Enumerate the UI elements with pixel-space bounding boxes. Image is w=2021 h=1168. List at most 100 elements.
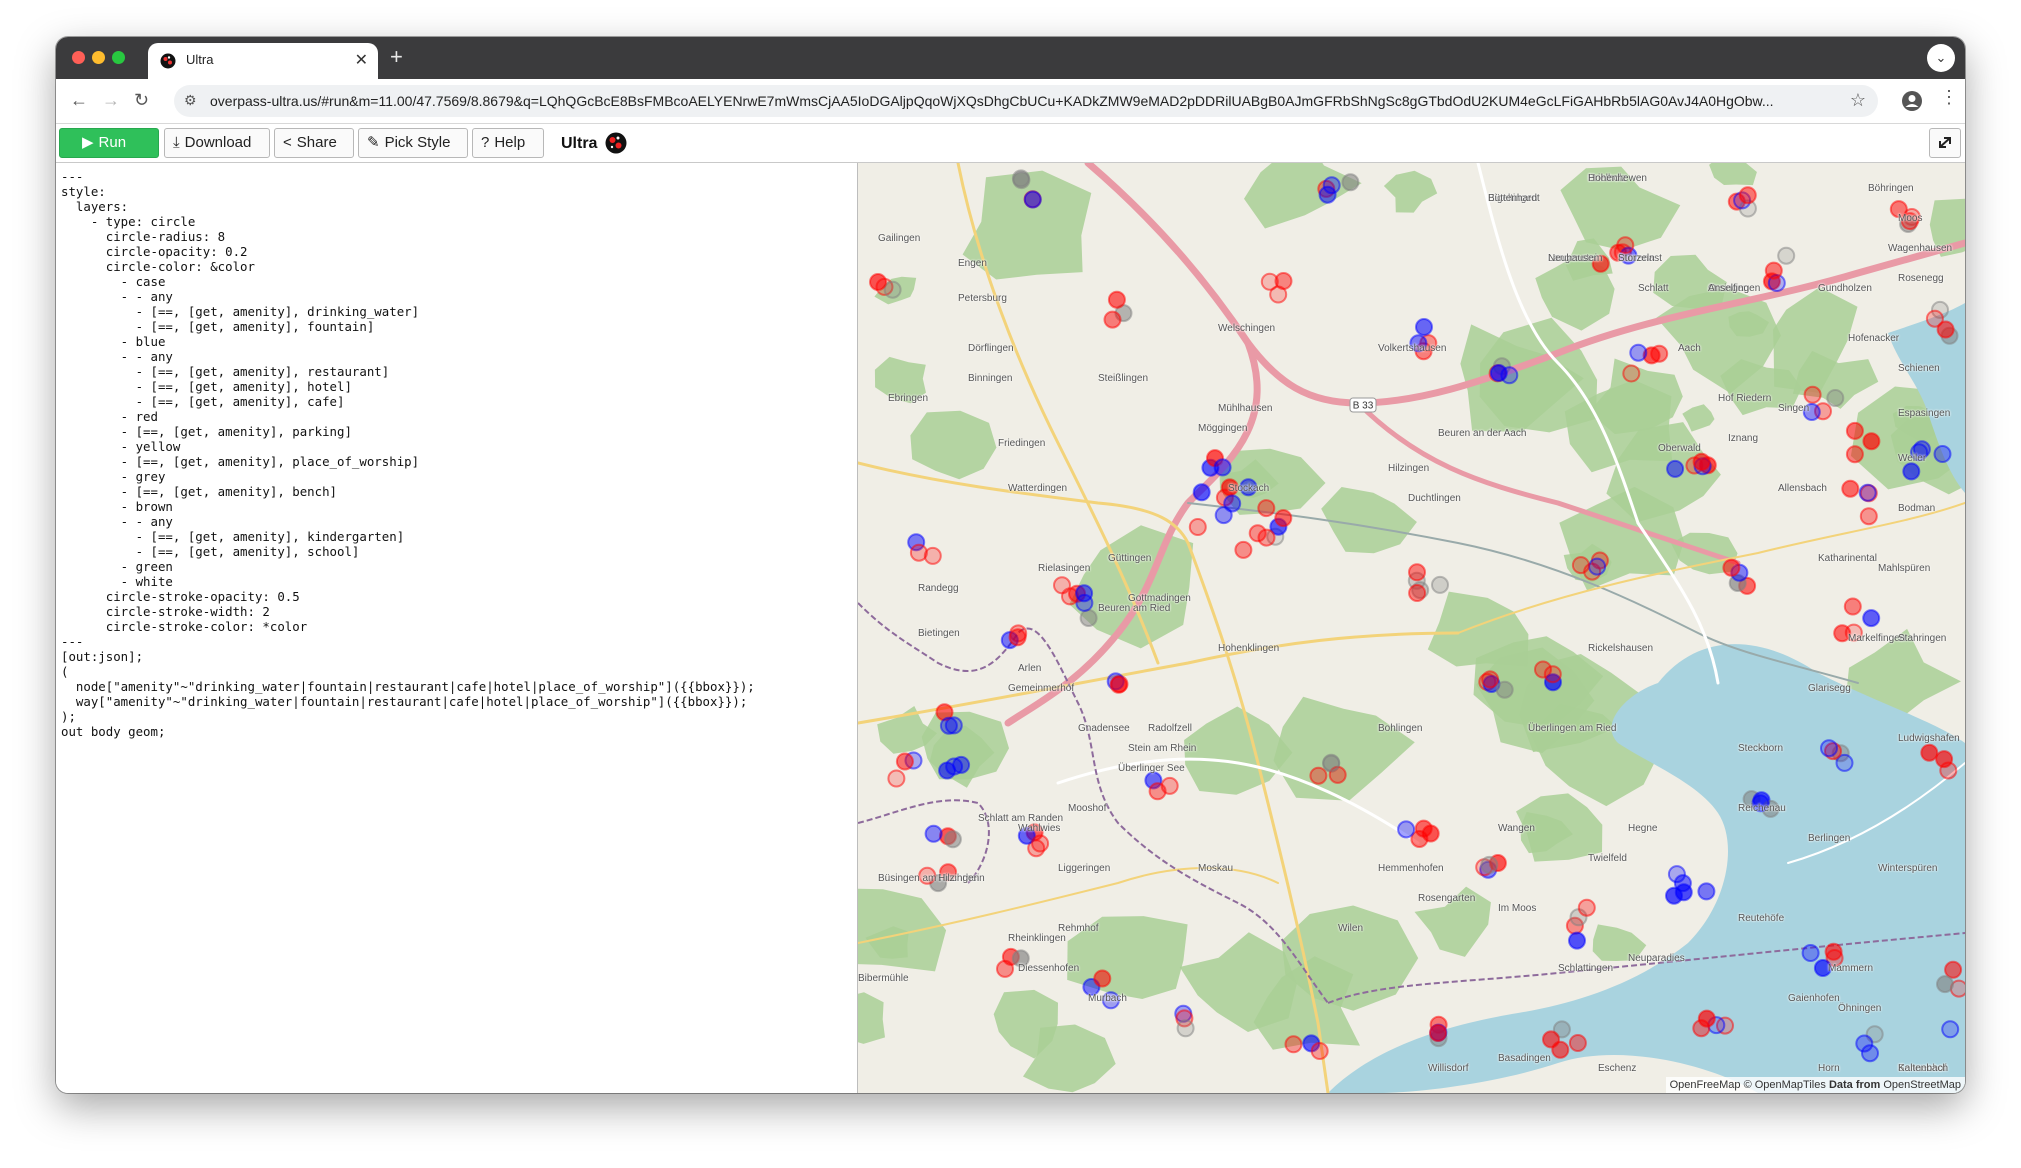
amenity-marker[interactable] <box>1341 173 1360 192</box>
amenity-marker[interactable] <box>1309 766 1328 785</box>
amenity-marker[interactable] <box>1543 665 1562 684</box>
amenity-marker[interactable] <box>1322 753 1341 772</box>
amenity-marker[interactable] <box>1667 865 1686 884</box>
amenity-marker[interactable] <box>1234 540 1253 559</box>
maximize-window-icon[interactable] <box>112 51 125 64</box>
amenity-marker[interactable] <box>1858 483 1877 502</box>
amenity-marker[interactable] <box>943 830 962 849</box>
back-arrow-icon[interactable]: ← <box>70 89 88 111</box>
amenity-marker[interactable] <box>1936 975 1954 994</box>
amenity-marker[interactable] <box>1697 882 1716 901</box>
attribution-openstreetmap[interactable]: OpenStreetMap <box>1883 1079 1961 1091</box>
amenity-marker[interactable] <box>1421 824 1440 843</box>
amenity-marker[interactable] <box>1397 820 1416 839</box>
amenity-marker[interactable] <box>1845 445 1864 464</box>
amenity-marker[interactable] <box>1944 960 1963 979</box>
amenity-marker[interactable] <box>895 752 914 771</box>
pick-style-button[interactable]: ✎ Pick Style <box>358 128 468 158</box>
amenity-marker[interactable] <box>1415 318 1433 336</box>
amenity-marker[interactable] <box>1841 479 1860 498</box>
tab-ultra[interactable]: Ultra ✕ <box>148 43 378 79</box>
address-bar[interactable]: ⚙ overpass-ultra.us/#run&m=11.00/47.7569… <box>174 85 1878 117</box>
amenity-marker[interactable] <box>1738 186 1757 205</box>
amenity-marker[interactable] <box>1213 458 1232 477</box>
amenity-marker[interactable] <box>909 543 928 562</box>
amenity-marker[interactable] <box>1023 190 1042 209</box>
amenity-marker[interactable] <box>1176 1019 1195 1038</box>
amenity-marker[interactable] <box>1722 558 1741 577</box>
amenity-marker[interactable] <box>1650 344 1669 363</box>
tab-close-icon[interactable]: ✕ <box>355 50 368 70</box>
amenity-marker[interactable] <box>1845 421 1864 440</box>
amenity-marker[interactable] <box>1862 609 1881 628</box>
share-button[interactable]: < Share <box>274 128 354 158</box>
query-editor[interactable]: --- style: layers: - type: circle circle… <box>56 163 858 1093</box>
site-settings-icon[interactable]: ⚙ <box>184 92 197 109</box>
close-window-icon[interactable] <box>72 51 85 64</box>
tab-search-chevron-icon[interactable]: ⌄ <box>1927 44 1955 72</box>
amenity-marker[interactable] <box>1820 739 1838 758</box>
map-canvas[interactable]: B 33 <box>858 163 1965 1093</box>
amenity-marker[interactable] <box>1933 445 1952 463</box>
amenity-marker[interactable] <box>1248 524 1267 543</box>
amenity-marker[interactable] <box>1629 343 1648 362</box>
amenity-marker[interactable] <box>1764 261 1783 280</box>
amenity-marker[interactable] <box>1588 557 1607 576</box>
amenity-marker[interactable] <box>1941 1020 1960 1039</box>
forward-arrow-icon[interactable]: → <box>102 89 120 111</box>
amenity-marker[interactable] <box>869 273 887 291</box>
minimize-window-icon[interactable] <box>92 51 105 64</box>
amenity-marker[interactable] <box>1859 507 1878 526</box>
map-view[interactable]: B 33 Eigeltingen Brielholz Dürrenast Langen… <box>858 163 1965 1093</box>
amenity-marker[interactable] <box>1925 309 1944 328</box>
amenity-marker[interactable] <box>1826 389 1845 407</box>
amenity-marker[interactable] <box>1674 883 1693 902</box>
reload-icon[interactable]: ↻ <box>134 89 149 111</box>
download-button[interactable]: ⤓ Download <box>164 128 270 158</box>
amenity-marker[interactable] <box>1902 462 1921 481</box>
amenity-marker[interactable] <box>1542 1030 1560 1049</box>
amenity-marker[interactable] <box>1692 452 1711 471</box>
amenity-marker[interactable] <box>952 755 971 774</box>
amenity-marker[interactable] <box>1274 509 1293 528</box>
amenity-marker[interactable] <box>1107 290 1126 309</box>
amenity-marker[interactable] <box>1481 670 1500 689</box>
amenity-marker[interactable] <box>1577 898 1596 917</box>
amenity-marker[interactable] <box>1622 364 1641 383</box>
amenity-marker[interactable] <box>1480 855 1499 874</box>
more-menu-icon[interactable]: ⋮ <box>1940 87 1958 108</box>
new-tab-icon[interactable]: + <box>390 45 403 69</box>
amenity-marker[interactable] <box>1571 556 1590 575</box>
amenity-marker[interactable] <box>1861 1044 1879 1063</box>
amenity-marker[interactable] <box>1862 432 1881 451</box>
amenity-marker[interactable] <box>1079 609 1098 627</box>
amenity-marker[interactable] <box>939 716 958 735</box>
amenity-marker[interactable] <box>1192 483 1211 502</box>
amenity-marker[interactable] <box>924 824 943 843</box>
amenity-marker[interactable] <box>1322 176 1341 195</box>
amenity-marker[interactable] <box>1697 1009 1716 1028</box>
amenity-marker[interactable] <box>1666 459 1685 478</box>
amenity-marker[interactable] <box>1429 1024 1447 1042</box>
help-button[interactable]: ? Help <box>472 128 544 158</box>
amenity-marker[interactable] <box>1103 310 1122 329</box>
amenity-marker[interactable] <box>887 769 906 788</box>
amenity-marker[interactable] <box>1939 761 1958 780</box>
fullscreen-button[interactable] <box>1929 128 1961 158</box>
amenity-marker[interactable] <box>1843 597 1862 616</box>
amenity-marker[interactable] <box>1093 969 1112 988</box>
amenity-marker[interactable] <box>1260 272 1279 291</box>
amenity-marker[interactable] <box>883 280 902 299</box>
query-code[interactable]: --- style: layers: - type: circle circle… <box>61 169 755 739</box>
amenity-marker[interactable] <box>1109 675 1128 694</box>
url-text[interactable]: overpass-ultra.us/#run&m=11.00/47.7569/8… <box>210 93 1830 109</box>
profile-avatar-icon[interactable] <box>1901 90 1923 112</box>
amenity-marker[interactable] <box>1777 246 1796 265</box>
amenity-marker[interactable] <box>1310 1042 1329 1060</box>
amenity-marker[interactable] <box>1616 236 1635 255</box>
amenity-marker[interactable] <box>1075 584 1094 603</box>
amenity-marker[interactable] <box>1489 364 1508 382</box>
amenity-marker[interactable] <box>1920 743 1939 762</box>
amenity-marker[interactable] <box>1431 575 1449 594</box>
amenity-marker[interactable] <box>1568 931 1586 950</box>
